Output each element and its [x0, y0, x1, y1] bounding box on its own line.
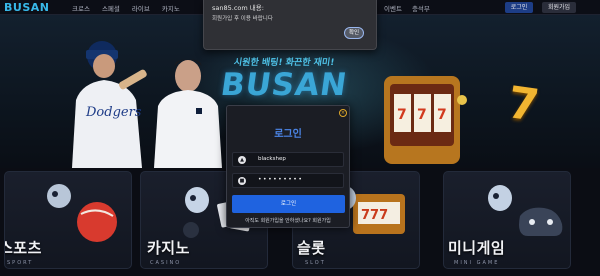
nav-item-cross[interactable]: 크로스 [72, 3, 90, 13]
username-field[interactable]: ▲ blackshep [232, 152, 344, 167]
sport-mascot-icon [47, 184, 117, 242]
password-value: ••••••••• [258, 176, 304, 183]
baseball-player-image: Dodgers [72, 41, 147, 168]
svg-text:7: 7 [417, 107, 427, 123]
svg-text:Dodgers: Dodgers [85, 105, 142, 120]
svg-text:7: 7 [437, 107, 447, 123]
close-icon[interactable]: × [339, 109, 347, 117]
lock-icon: ■ [238, 177, 246, 185]
card-subtitle-slot: SLOT [305, 260, 326, 266]
browser-alert-dialog: san85.com 내용: 회원가입 후 이용 바랍니다 [203, 0, 377, 50]
login-modal-title: 로그인 [274, 129, 302, 140]
header-login-button[interactable]: 로그인 [505, 2, 533, 13]
category-card-minigame[interactable]: 미니게임 MINI GAME [443, 171, 571, 269]
hero-brand: BUSAN [218, 67, 350, 103]
card-title-minigame: 미니게임 [448, 239, 506, 257]
nav-item-deposit[interactable]: 충석부 [412, 3, 430, 13]
alert-message: 회원가입 후 이용 바랍니다 [212, 16, 273, 22]
main-nav: 크로스 스페셜 라이브 카지노 [72, 3, 180, 13]
password-field[interactable]: ■ ••••••••• [232, 173, 344, 188]
card-subtitle-minigame: MINI GAME [454, 260, 500, 266]
alert-title: san85.com 내용: [212, 4, 264, 12]
nav-item-casino[interactable]: 카지노 [162, 3, 180, 13]
nav-item-special[interactable]: 스페셜 [102, 3, 120, 13]
card-subtitle-casino: CASINO [150, 260, 182, 266]
svg-text:777: 777 [361, 208, 388, 223]
username-value: blackshep [258, 156, 286, 162]
header-join-button[interactable]: 회원가입 [542, 2, 576, 13]
card-subtitle-sport: SPORT [7, 260, 34, 266]
secondary-nav: 양 이벤트 충석부 [368, 3, 430, 13]
signup-link[interactable]: 아직도 회원가입을 안하셨나요? 회원가입 [226, 217, 350, 224]
nav-item-live[interactable]: 라이브 [132, 3, 150, 13]
site-logo[interactable]: BUSAN [4, 1, 49, 14]
user-icon: ▲ [238, 156, 246, 164]
card-title-sport: 스포츠 [5, 239, 42, 257]
svg-text:7: 7 [397, 107, 407, 123]
login-submit-button[interactable]: 로그인 [232, 195, 345, 213]
card-title-casino: 카지노 [147, 239, 190, 257]
lucky-seven-image: 7 [504, 77, 543, 132]
nav-item-event[interactable]: 이벤트 [384, 3, 402, 13]
slot-machine-image: 7 7 7 [384, 76, 467, 164]
soccer-player-image [154, 59, 222, 168]
category-card-sport[interactable]: 스포츠 SPORT [4, 171, 132, 269]
alert-ok-button[interactable]: 확인 [344, 27, 364, 39]
card-title-slot: 슬롯 [297, 239, 326, 257]
